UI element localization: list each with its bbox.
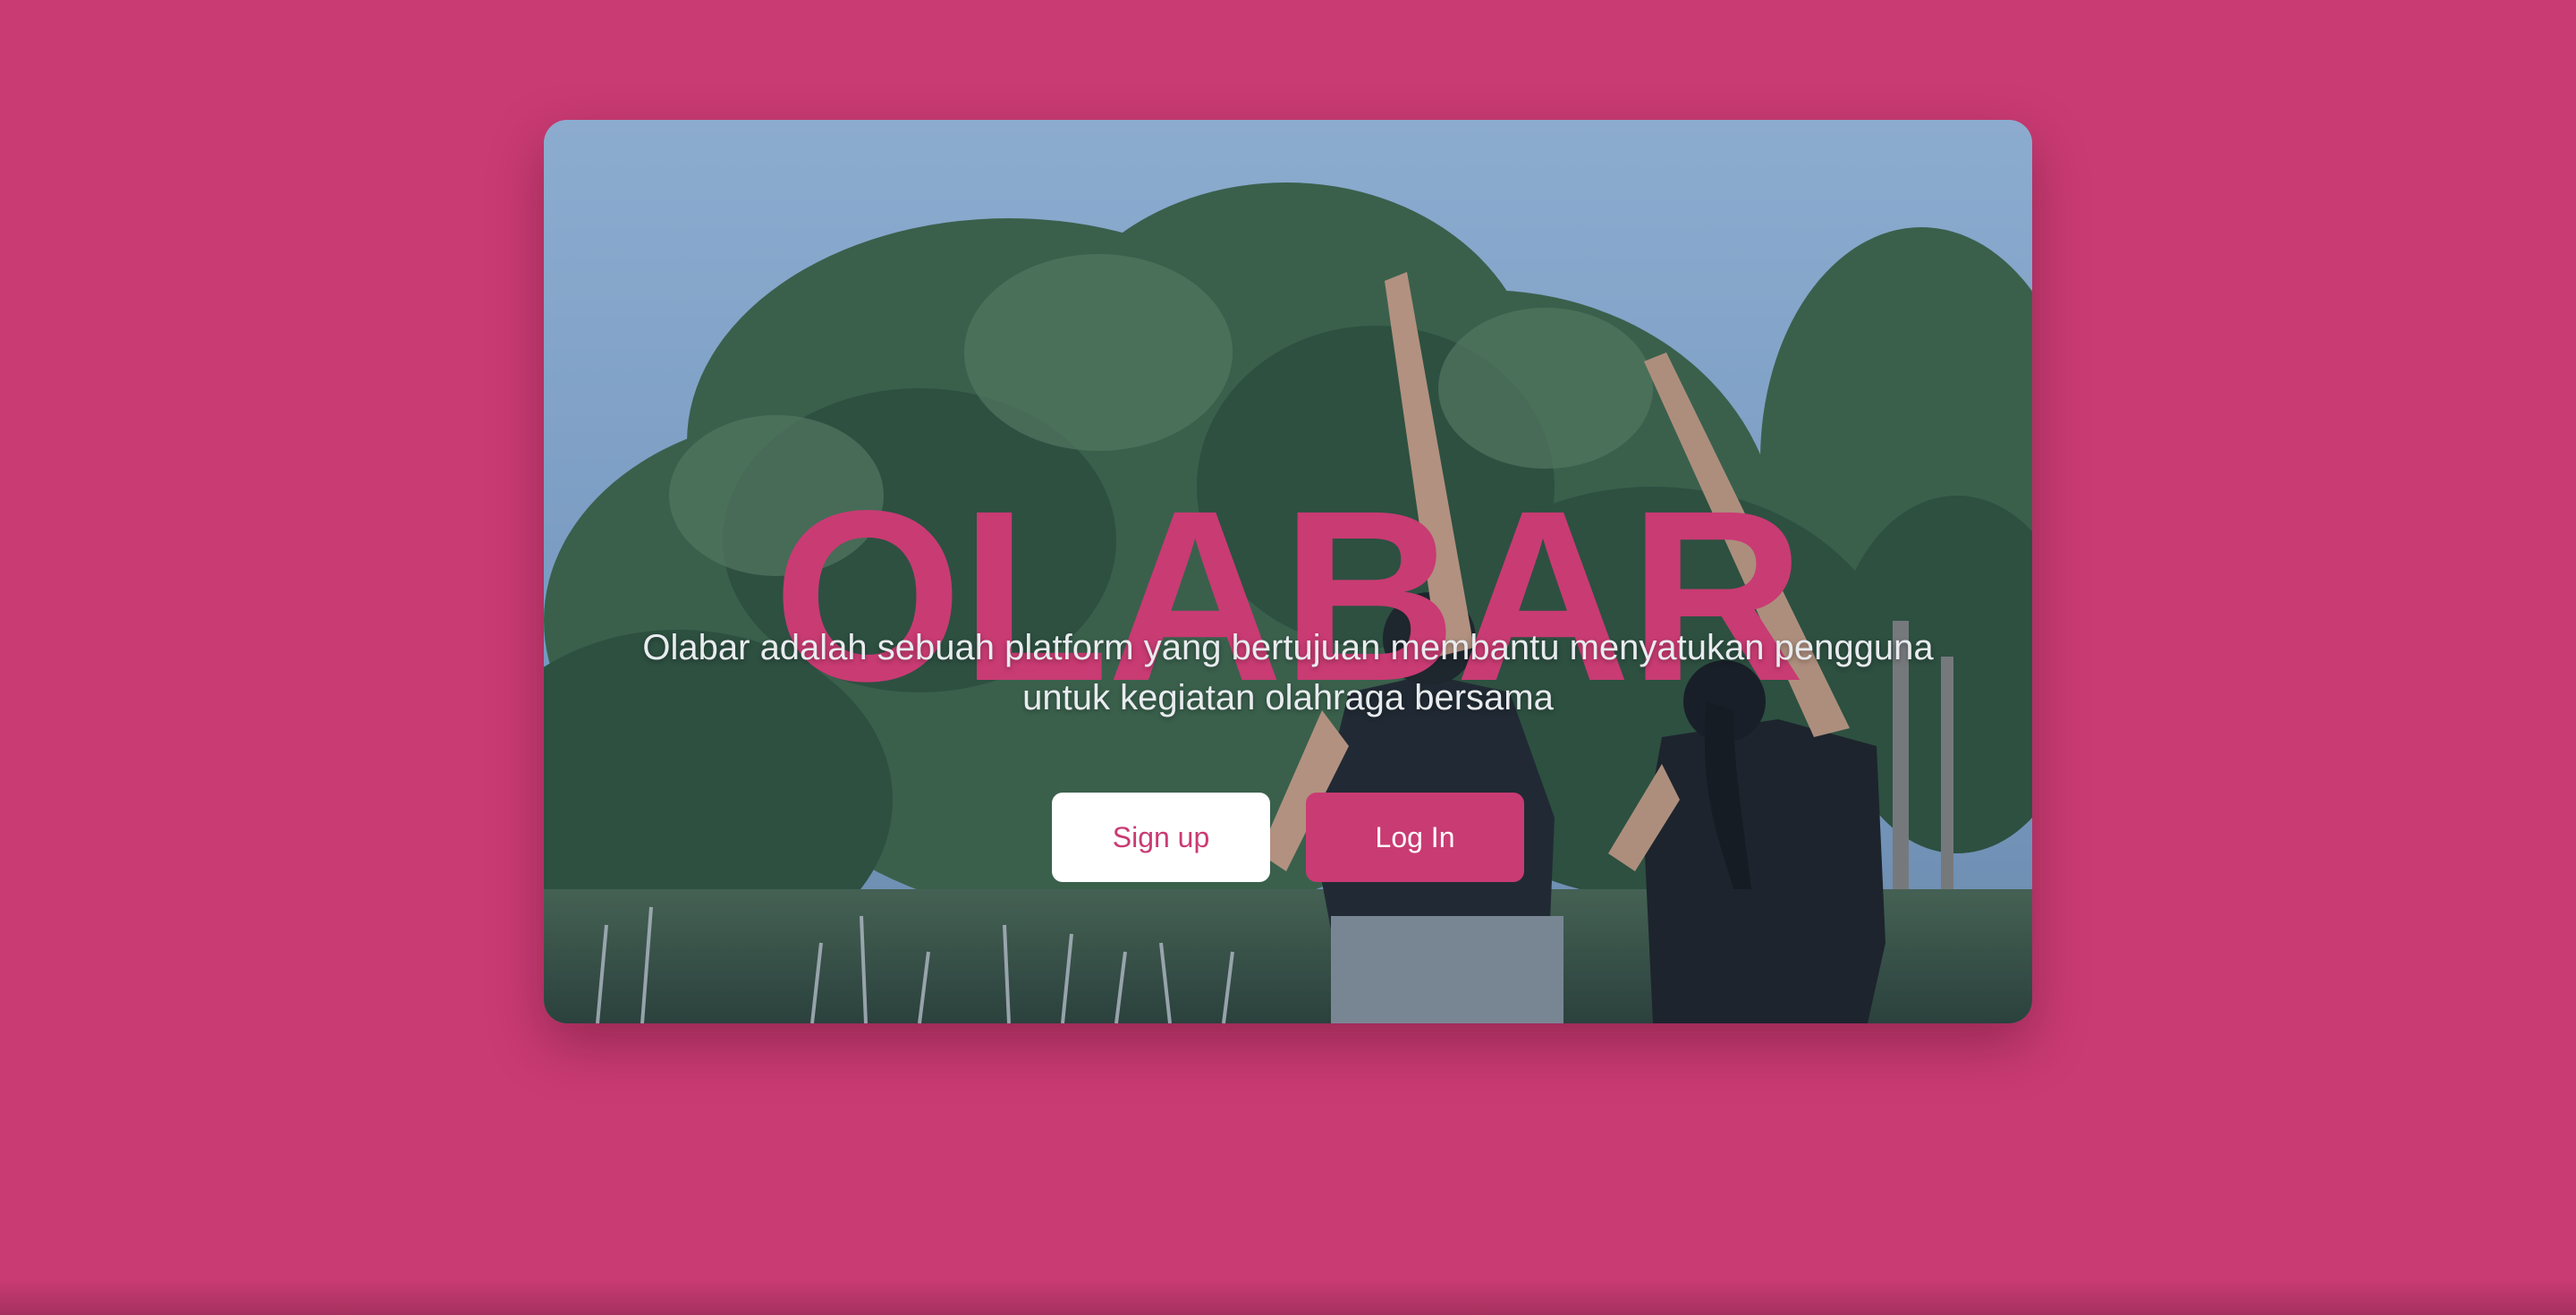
login-button[interactable]: Log In xyxy=(1306,793,1524,882)
hero-card: OLABAR Olabar adalah sebuah platform yan… xyxy=(544,120,2032,1023)
signup-button[interactable]: Sign up xyxy=(1052,793,1270,882)
page-background: OLABAR Olabar adalah sebuah platform yan… xyxy=(0,0,2576,1315)
hero-content: OLABAR Olabar adalah sebuah platform yan… xyxy=(544,120,2032,1023)
hero-actions: Sign up Log In xyxy=(544,793,2032,882)
hero-tagline: Olabar adalah sebuah platform yang bertu… xyxy=(642,628,1934,717)
